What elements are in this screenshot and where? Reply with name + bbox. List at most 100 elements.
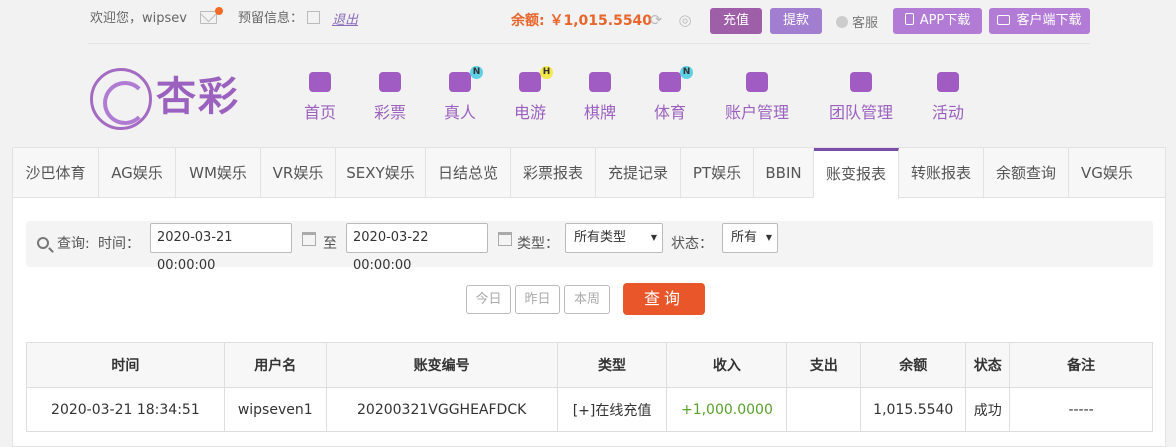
gamepad-icon: H — [519, 66, 553, 92]
nav-sports[interactable]: N 体育 — [652, 66, 693, 124]
column-header: 余额 — [860, 342, 967, 388]
report-panel: 沙巴体育 AG娱乐 WM娱乐 VR娱乐 SEXY娱乐 日结总览 彩票报表 充提记… — [12, 147, 1166, 447]
cell-status: 成功 — [965, 387, 1011, 432]
tab-ag[interactable]: AG娱乐 — [99, 148, 176, 198]
customer-service-link[interactable]: 客服 — [836, 12, 878, 31]
cell-change-id: 20200321VGGHEAFDCK — [325, 387, 558, 432]
column-header: 状态 — [965, 342, 1011, 388]
account-change-table: 时间 用户名 账变编号 类型 收入 支出 余额 状态 备注 2020-03-21… — [26, 342, 1153, 432]
yen-coin-icon — [746, 72, 768, 92]
nav-label: 棋牌 — [583, 103, 616, 122]
column-header: 支出 — [786, 342, 862, 388]
edit-icon[interactable] — [307, 11, 320, 24]
cell-remark: ----- — [1009, 387, 1153, 432]
client-download-label: 客户端下载 — [1016, 13, 1082, 28]
column-header: 备注 — [1009, 342, 1153, 388]
new-badge: N — [470, 66, 483, 79]
nav-label: 首页 — [303, 103, 336, 122]
nav-lottery[interactable]: 彩票 — [372, 72, 408, 124]
type-label: 类型： — [517, 236, 559, 252]
service-label: 客服 — [852, 16, 879, 31]
nav-live[interactable]: N 真人 — [442, 66, 483, 124]
tab-bbin[interactable]: BBIN — [754, 148, 814, 198]
nav-label: 活动 — [931, 103, 964, 122]
tab-deposit-withdraw[interactable]: 充提记录 — [596, 148, 681, 198]
recharge-button[interactable]: 充值 — [710, 8, 762, 34]
logo-emblem[interactable] — [90, 68, 152, 130]
nav-account[interactable]: 账户管理 — [722, 72, 792, 124]
status-select[interactable]: 所有 — [722, 223, 778, 253]
nav-label: 真人 — [443, 103, 476, 122]
tab-saba-sports[interactable]: 沙巴体育 — [13, 148, 99, 198]
this-week-button[interactable]: 本周 — [564, 285, 610, 314]
time-label: 时间： — [98, 236, 140, 252]
nav-team[interactable]: 团队管理 — [826, 72, 896, 124]
cell-time: 2020-03-21 18:34:51 — [26, 387, 225, 432]
start-time-input[interactable]: 2020-03-21 00:00:00 — [150, 223, 292, 273]
nav-label: 账户管理 — [724, 103, 789, 122]
top-bar: 欢迎您，wipsev 预留信息： 退出 余额: ￥1,015.5540 ⟳ ◎ … — [0, 0, 1176, 44]
search-icon — [37, 237, 49, 249]
reserved-info-label: 预留信息： — [238, 11, 304, 26]
logo-text[interactable]: 杏彩 — [156, 71, 240, 123]
column-header: 时间 — [26, 342, 225, 388]
tab-vr[interactable]: VR娱乐 — [261, 148, 336, 198]
home-icon — [309, 72, 331, 92]
refresh-icon[interactable]: ⟳ — [648, 12, 664, 28]
nav-home[interactable]: 首页 — [302, 72, 338, 124]
tab-account-change[interactable]: 账变报表 — [814, 148, 899, 199]
column-header: 账变编号 — [325, 342, 558, 388]
to-label: 至 — [323, 236, 337, 252]
query-button[interactable]: 查询 — [623, 283, 705, 315]
status-label: 状态： — [671, 236, 713, 252]
hot-badge: H — [540, 66, 553, 79]
table-header-row: 时间 用户名 账变编号 类型 收入 支出 余额 状态 备注 — [26, 342, 1153, 388]
mail-icon[interactable] — [200, 11, 217, 24]
column-header: 用户名 — [223, 342, 327, 388]
cell-income: +1,000.0000 — [666, 387, 788, 432]
nav-egames[interactable]: H 电游 — [512, 66, 553, 124]
calendar-icon[interactable] — [498, 232, 512, 246]
logout-link[interactable]: 退出 — [332, 9, 358, 28]
hide-balance-icon[interactable]: ◎ — [677, 12, 693, 28]
trophy-icon: N — [659, 66, 693, 92]
nav-activity[interactable]: 活动 — [930, 72, 966, 124]
nav-label: 彩票 — [373, 103, 406, 122]
tab-vg[interactable]: VG娱乐 — [1069, 148, 1145, 198]
tab-wm[interactable]: WM娱乐 — [176, 148, 261, 198]
tab-lottery-report[interactable]: 彩票报表 — [511, 148, 596, 198]
yesterday-button[interactable]: 昨日 — [515, 285, 560, 314]
calendar-icon[interactable] — [302, 232, 316, 246]
nav-label: 团队管理 — [828, 103, 893, 122]
balance-text: 余额: ￥1,015.5540 — [511, 13, 653, 29]
type-select[interactable]: 所有类型 — [565, 223, 663, 253]
tab-transfer-report[interactable]: 转账报表 — [899, 148, 984, 198]
welcome-text: 欢迎您，wipsev — [90, 11, 187, 26]
column-header: 类型 — [556, 342, 668, 388]
nav-label: 电游 — [513, 103, 546, 122]
client-download-button[interactable]: 客户端下载 — [989, 8, 1090, 34]
phone-icon — [904, 13, 914, 25]
query-label: 查询: — [57, 236, 90, 252]
end-time-input[interactable]: 2020-03-22 00:00:00 — [346, 223, 488, 273]
tab-daily-summary[interactable]: 日结总览 — [426, 148, 511, 198]
app-download-button[interactable]: APP下载 — [893, 8, 982, 34]
table-row: 2020-03-21 18:34:51 wipseven1 20200321VG… — [26, 387, 1153, 432]
cell-username: wipseven1 — [223, 387, 327, 432]
ticket-icon — [379, 72, 401, 92]
team-icon — [850, 72, 872, 92]
gift-icon — [937, 72, 959, 92]
notification-dot — [215, 7, 223, 15]
cell-expense — [786, 387, 862, 432]
cell-balance: 1,015.5540 — [860, 387, 967, 432]
nav-cards[interactable]: 棋牌 — [582, 72, 618, 124]
new-badge: N — [680, 66, 693, 79]
tab-pt[interactable]: PT娱乐 — [681, 148, 754, 198]
column-header: 收入 — [666, 342, 788, 388]
tab-balance-query[interactable]: 余额查询 — [984, 148, 1069, 198]
tab-sexy[interactable]: SEXY娱乐 — [336, 148, 426, 198]
withdraw-button[interactable]: 提款 — [770, 8, 822, 34]
today-button[interactable]: 今日 — [466, 285, 511, 314]
dealer-icon: N — [449, 66, 483, 92]
headset-icon — [836, 16, 848, 28]
